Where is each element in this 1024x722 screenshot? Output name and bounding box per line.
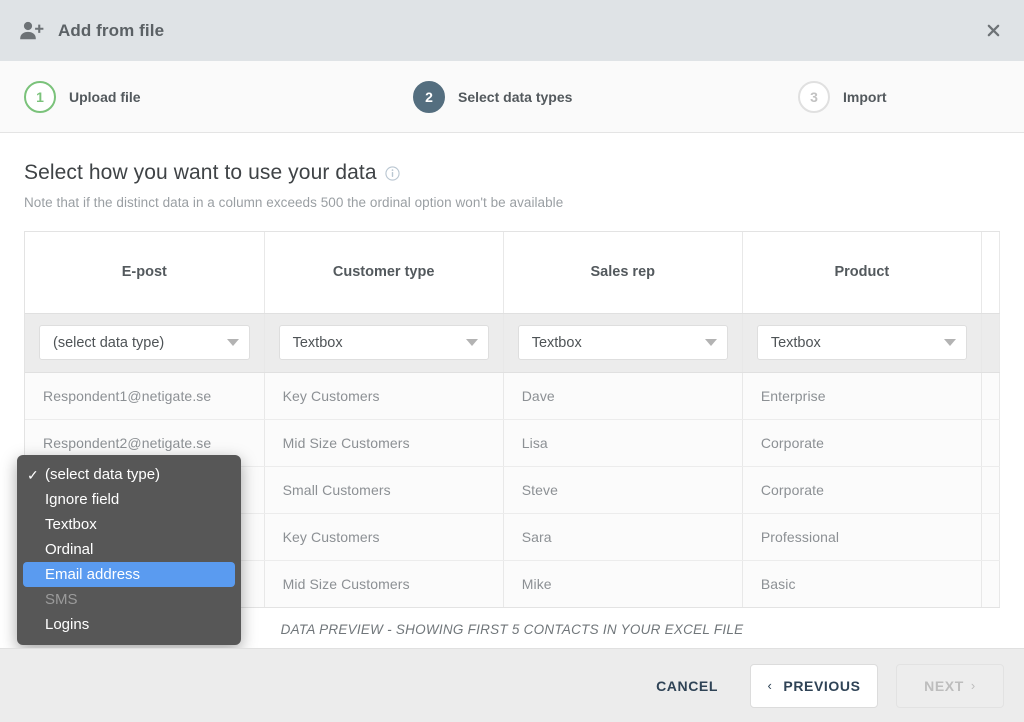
step-upload-file[interactable]: 1 Upload file [24,80,141,113]
selector-cell-customer-type: Textbox [264,313,504,373]
table-header-row: E-post Customer type Sales rep Product [25,232,1001,314]
cancel-button[interactable]: CANCEL [642,668,732,704]
cell-epost: Respondent1@netigate.se [25,372,265,420]
selector-cell-sales-rep: Textbox [503,313,743,373]
titlebar-left: Add from file [18,18,164,44]
dropdown-option-label: Ignore field [45,491,120,508]
modal-body: Select how you want to use your data Not… [0,133,1024,648]
step-3-circle: 3 [798,80,830,113]
chevron-right-icon: › [970,678,976,693]
data-type-select-sales-rep[interactable]: Textbox [517,325,728,360]
dropdown-option-label: Textbox [45,516,97,533]
dropdown-option-textbox[interactable]: Textbox [17,512,241,537]
dropdown-option-select-data-type[interactable]: ✓ (select data type) [17,462,241,487]
next-button-label: NEXT [924,677,964,694]
data-type-select-product-value: Textbox [770,334,821,351]
cell-sales-rep: Dave [503,372,743,420]
previous-button-label: PREVIOUS [783,677,861,694]
dropdown-option-sms: SMS [17,587,241,612]
cell-customer-type: Key Customers [264,513,504,561]
cell-customer-type: Key Customers [264,372,504,420]
data-type-select-customer-type[interactable]: Textbox [278,325,489,360]
info-icon[interactable] [385,165,400,181]
data-type-select-customer-type-value: Textbox [292,334,343,351]
step-3-label: Import [843,88,887,105]
cell-product: Corporate [742,419,982,467]
cell-customer-type: Mid Size Customers [264,419,504,467]
chevron-left-icon: ‹ [767,678,773,693]
dropdown-option-ordinal[interactable]: Ordinal [17,537,241,562]
person-add-icon [18,18,44,44]
step-1-label: Upload file [69,88,141,105]
cell-product: Enterprise [742,372,982,420]
selector-cell-product: Textbox [742,313,982,373]
checkmark-icon: ✓ [27,466,39,483]
column-header-customer-type: Customer type [264,232,504,314]
step-1-circle: 1 [24,80,56,113]
cell-customer-type: Mid Size Customers [264,560,504,607]
selector-cell-overflow [981,313,1001,373]
cell-overflow [981,419,1001,467]
chevron-down-icon [943,339,956,346]
next-button: NEXT › [896,663,1004,708]
dropdown-option-label: Email address [45,566,141,583]
chevron-down-icon [704,339,717,346]
data-type-selector-row: (select data type) Textbox Textbox Textb… [25,313,1001,373]
modal-footer: CANCEL ‹ PREVIOUS NEXT › [0,648,1024,722]
selector-cell-epost: (select data type) [25,313,265,373]
cell-product: Basic [742,560,982,607]
cell-product: Professional [742,513,982,561]
column-header-overflow [981,232,1001,314]
cell-sales-rep: Mike [503,560,743,607]
cell-sales-rep: Steve [503,466,743,514]
dropdown-option-label: Ordinal [45,541,94,558]
cell-customer-type: Small Customers [264,466,504,514]
step-2-circle: 2 [413,80,445,113]
data-type-dropdown-menu[interactable]: ✓ (select data type) Ignore field Textbo… [17,455,241,645]
cell-overflow [981,372,1001,420]
column-header-product: Product [742,232,982,314]
cell-sales-rep: Lisa [503,419,743,467]
dropdown-option-label: Logins [45,616,90,633]
dropdown-option-ignore-field[interactable]: Ignore field [17,487,241,512]
step-select-data-types[interactable]: 2 Select data types [413,80,573,113]
step-2-label: Select data types [458,88,573,105]
data-type-select-epost-value: (select data type) [53,334,165,351]
data-type-select-epost[interactable]: (select data type) [39,325,250,360]
previous-button[interactable]: ‹ PREVIOUS [750,663,878,708]
dropdown-option-logins[interactable]: Logins [17,612,241,637]
table-row: Respondent1@netigate.se Key Customers Da… [25,372,1001,420]
page-title: Select how you want to use your data [24,161,377,184]
modal-title: Add from file [58,20,165,40]
dropdown-option-email-address[interactable]: Email address [23,562,235,587]
close-icon[interactable] [980,18,1006,44]
dropdown-option-label: (select data type) [45,466,161,483]
stepper: 1 Upload file 2 Select data types 3 Impo… [0,61,1024,133]
cell-overflow [981,466,1001,514]
cell-product: Corporate [742,466,982,514]
cell-overflow [981,513,1001,561]
chevron-down-icon [226,339,239,346]
column-header-epost: E-post [25,232,265,314]
modal-titlebar: Add from file [0,0,1024,61]
cell-sales-rep: Sara [503,513,743,561]
data-type-select-product[interactable]: Textbox [756,325,967,360]
cell-overflow [981,560,1001,607]
data-type-select-sales-rep-value: Textbox [531,334,582,351]
chevron-down-icon [465,339,478,346]
step-import[interactable]: 3 Import [798,80,887,113]
add-from-file-modal: Add from file 1 Upload file 2 Select dat… [0,0,1024,722]
heading-row: Select how you want to use your data [24,161,1000,185]
note-text: Note that if the distinct data in a colu… [24,195,564,210]
column-header-sales-rep: Sales rep [503,232,743,314]
dropdown-option-label: SMS [45,591,78,608]
